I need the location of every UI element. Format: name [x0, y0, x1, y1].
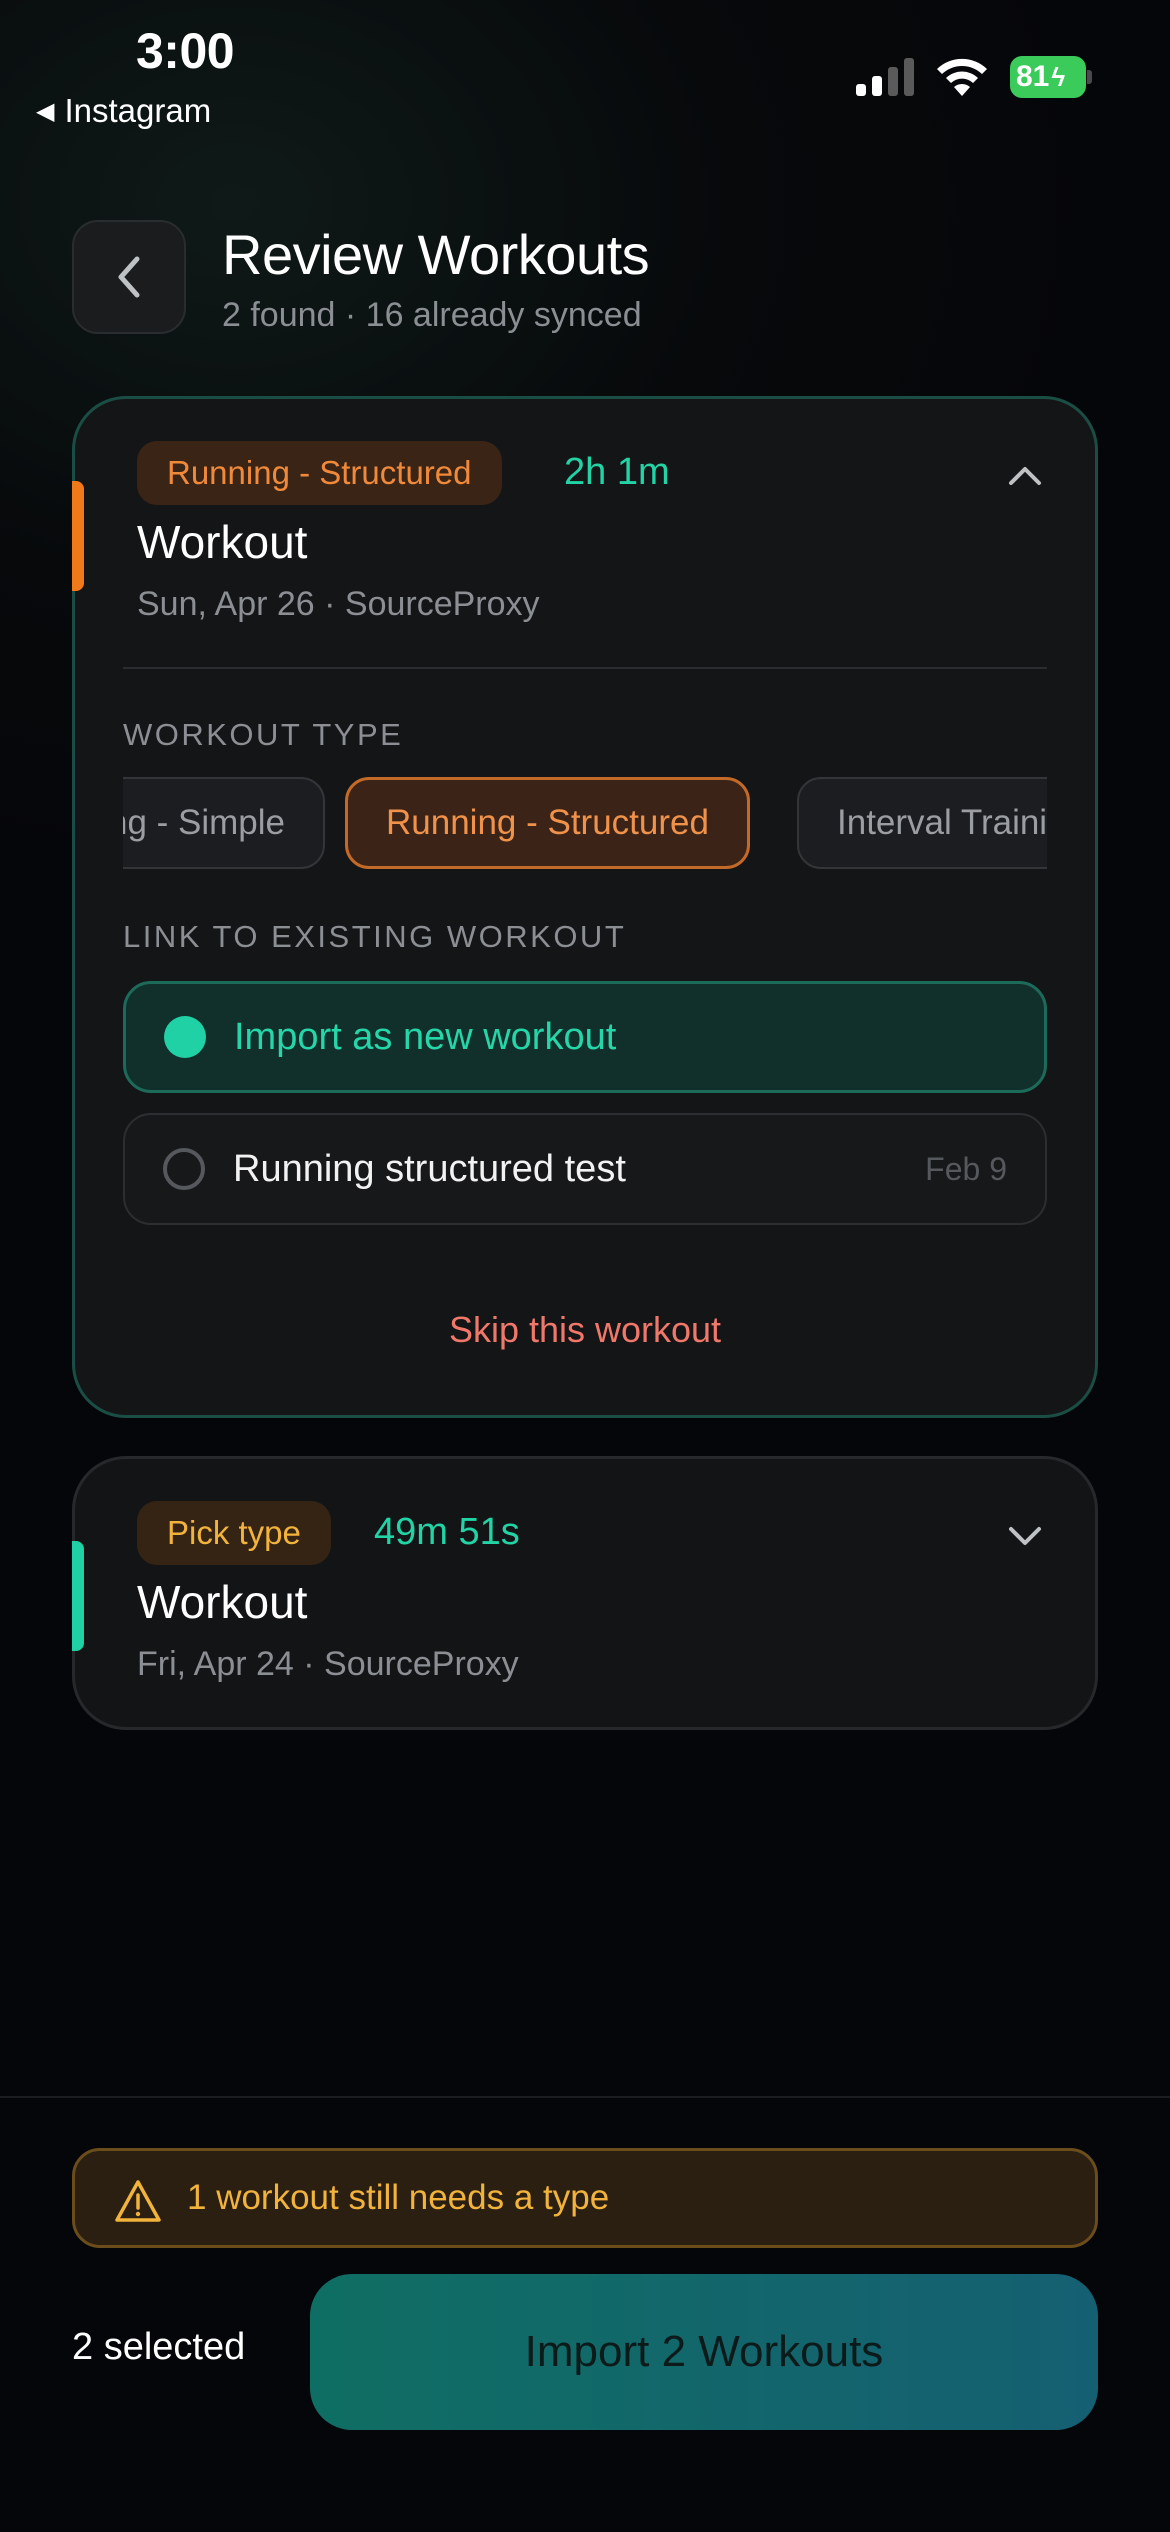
card-accent-bar — [72, 481, 84, 591]
card-divider — [123, 667, 1047, 669]
back-button[interactable] — [72, 220, 186, 334]
footer-divider — [0, 2096, 1170, 2098]
battery-charging-icon: 81 ϟ — [1010, 56, 1092, 98]
skip-workout-button[interactable]: Skip this workout — [75, 1309, 1095, 1351]
cellular-signal-icon — [856, 58, 914, 96]
chevron-left-icon — [118, 256, 140, 298]
battery-level: 81 — [1016, 60, 1050, 93]
workout-duration: 49m 51s — [374, 1511, 520, 1553]
workout-type-chips: Running - Simple Running - Structured In… — [123, 777, 1047, 869]
wifi-icon — [937, 58, 987, 96]
chevron-down-icon[interactable] — [1007, 1517, 1043, 1553]
workout-type-section-label: WORKOUT TYPE — [123, 717, 404, 752]
link-option-import-new[interactable]: Import as new workout — [123, 981, 1047, 1093]
radio-selected-icon — [164, 1016, 206, 1058]
back-app-label: Instagram — [64, 92, 212, 129]
type-chip-interval-training[interactable]: Interval Training — [797, 777, 1047, 869]
workout-meta: Fri, Apr 24 · SourceProxy — [137, 1645, 519, 1683]
link-section-label: LINK TO EXISTING WORKOUT — [123, 919, 627, 954]
pick-type-badge[interactable]: Pick type — [137, 1501, 331, 1565]
card-accent-bar — [72, 1541, 84, 1651]
back-triangle-icon: ◀ — [36, 97, 55, 125]
type-chip-running-simple[interactable]: Running - Simple — [123, 777, 325, 869]
page-title: Review Workouts — [222, 223, 650, 286]
import-workouts-button[interactable]: Import 2 Workouts — [310, 2274, 1098, 2430]
status-time: 3:00 — [136, 23, 235, 79]
warning-triangle-icon — [115, 2180, 161, 2222]
back-to-app-link[interactable]: ◀ Instagram — [36, 92, 211, 130]
page-subtitle: 2 found · 16 already synced — [222, 296, 642, 334]
link-option-label: Running structured test — [233, 1147, 626, 1190]
type-chip-running-structured[interactable]: Running - Structured — [345, 777, 750, 869]
workout-duration: 2h 1m — [564, 451, 670, 493]
workout-card-collapsed[interactable]: Pick type 49m 51s Workout Fri, Apr 24 · … — [72, 1456, 1098, 1730]
link-option-label: Import as new workout — [234, 1015, 617, 1058]
workout-title: Workout — [137, 1576, 308, 1628]
workout-title: Workout — [137, 516, 308, 568]
warning-text: 1 workout still needs a type — [187, 2178, 610, 2217]
chevron-up-icon[interactable] — [1007, 457, 1043, 493]
screen: 3:00 ◀ Instagram 81 ϟ Review Workouts 2 f… — [0, 0, 1170, 2532]
workout-card-expanded: Running - Structured 2h 1m Workout Sun, … — [72, 396, 1098, 1418]
warning-banner: 1 workout still needs a type — [72, 2148, 1098, 2248]
link-option-date: Feb 9 — [925, 1150, 1007, 1187]
workout-meta: Sun, Apr 26 · SourceProxy — [137, 585, 540, 623]
workout-type-badge: Running - Structured — [137, 441, 502, 505]
link-option-existing[interactable]: Running structured test Feb 9 — [123, 1113, 1047, 1225]
selected-count: 2 selected — [72, 2326, 246, 2368]
radio-unselected-icon — [163, 1148, 205, 1190]
